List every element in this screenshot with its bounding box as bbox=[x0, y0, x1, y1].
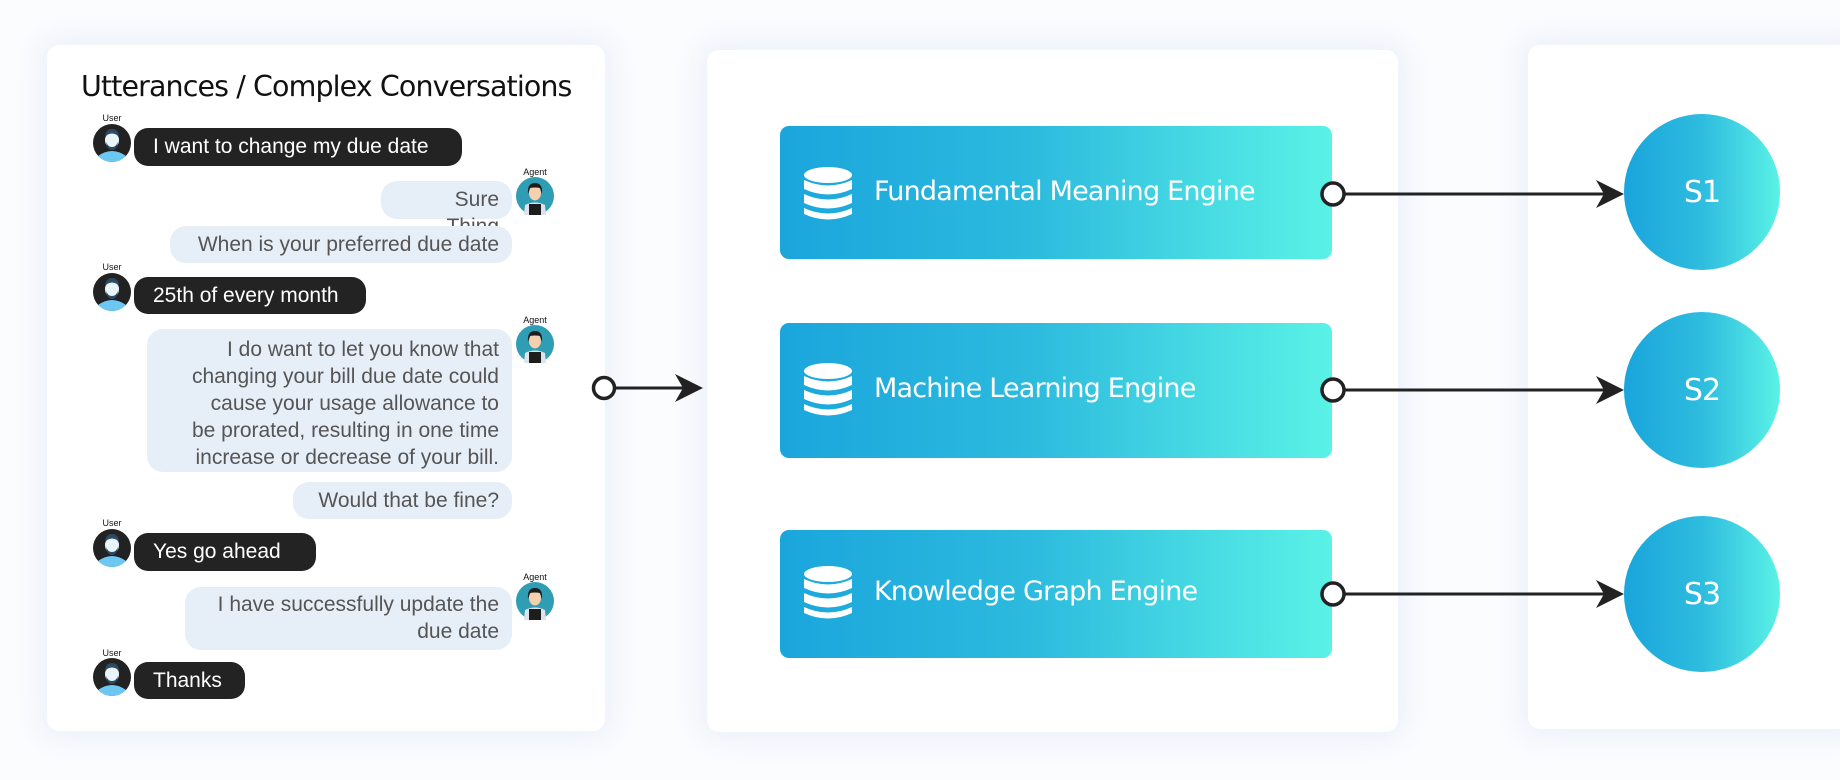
message-agent-4: Would that be fine? bbox=[293, 482, 512, 519]
agent-label: Agent bbox=[523, 315, 547, 325]
message-agent-3: I do want to let you know that changing … bbox=[147, 329, 512, 472]
agent-avatar-icon bbox=[516, 325, 554, 363]
database-icon bbox=[804, 363, 852, 416]
output-state-s1[interactable]: S1 bbox=[1624, 114, 1780, 270]
user-avatar-icon bbox=[93, 273, 131, 311]
engine-label: Knowledge Graph Engine bbox=[874, 576, 1198, 607]
user-avatar-icon bbox=[93, 529, 131, 567]
message-agent-2: When is your preferred due date bbox=[170, 226, 512, 263]
database-icon bbox=[804, 167, 852, 220]
agent-label: Agent bbox=[523, 572, 547, 582]
engine-machine-learning[interactable]: Machine Learning Engine bbox=[780, 323, 1332, 458]
engine-label: Fundamental Meaning Engine bbox=[874, 176, 1256, 207]
message-user-4: Thanks bbox=[134, 662, 245, 699]
message-agent-5: I have successfully update the due date bbox=[185, 587, 512, 650]
database-icon bbox=[804, 566, 852, 619]
engine-fundamental-meaning[interactable]: Fundamental Meaning Engine bbox=[780, 126, 1332, 259]
user-avatar-icon bbox=[93, 658, 131, 696]
conversation-title: Utterances / Complex Conversations bbox=[81, 70, 572, 103]
engine-knowledge-graph[interactable]: Knowledge Graph Engine bbox=[780, 530, 1332, 658]
message-user-1: I want to change my due date bbox=[134, 128, 462, 166]
output-state-s2[interactable]: S2 bbox=[1624, 312, 1780, 468]
engine-label: Machine Learning Engine bbox=[874, 373, 1196, 404]
user-label: User bbox=[102, 518, 122, 528]
user-avatar-icon bbox=[93, 124, 131, 162]
message-user-3: Yes go ahead bbox=[134, 533, 316, 571]
message-user-2: 25th of every month bbox=[134, 277, 366, 314]
user-label: User bbox=[102, 648, 122, 658]
agent-avatar-icon bbox=[516, 177, 554, 215]
agent-avatar-icon bbox=[516, 582, 554, 620]
connector-input-to-engines bbox=[591, 374, 703, 402]
user-label: User bbox=[102, 262, 122, 272]
output-state-s3[interactable]: S3 bbox=[1624, 516, 1780, 672]
agent-label: Agent bbox=[523, 167, 547, 177]
message-agent-1: Sure Thing bbox=[381, 181, 512, 238]
user-label: User bbox=[102, 113, 122, 123]
